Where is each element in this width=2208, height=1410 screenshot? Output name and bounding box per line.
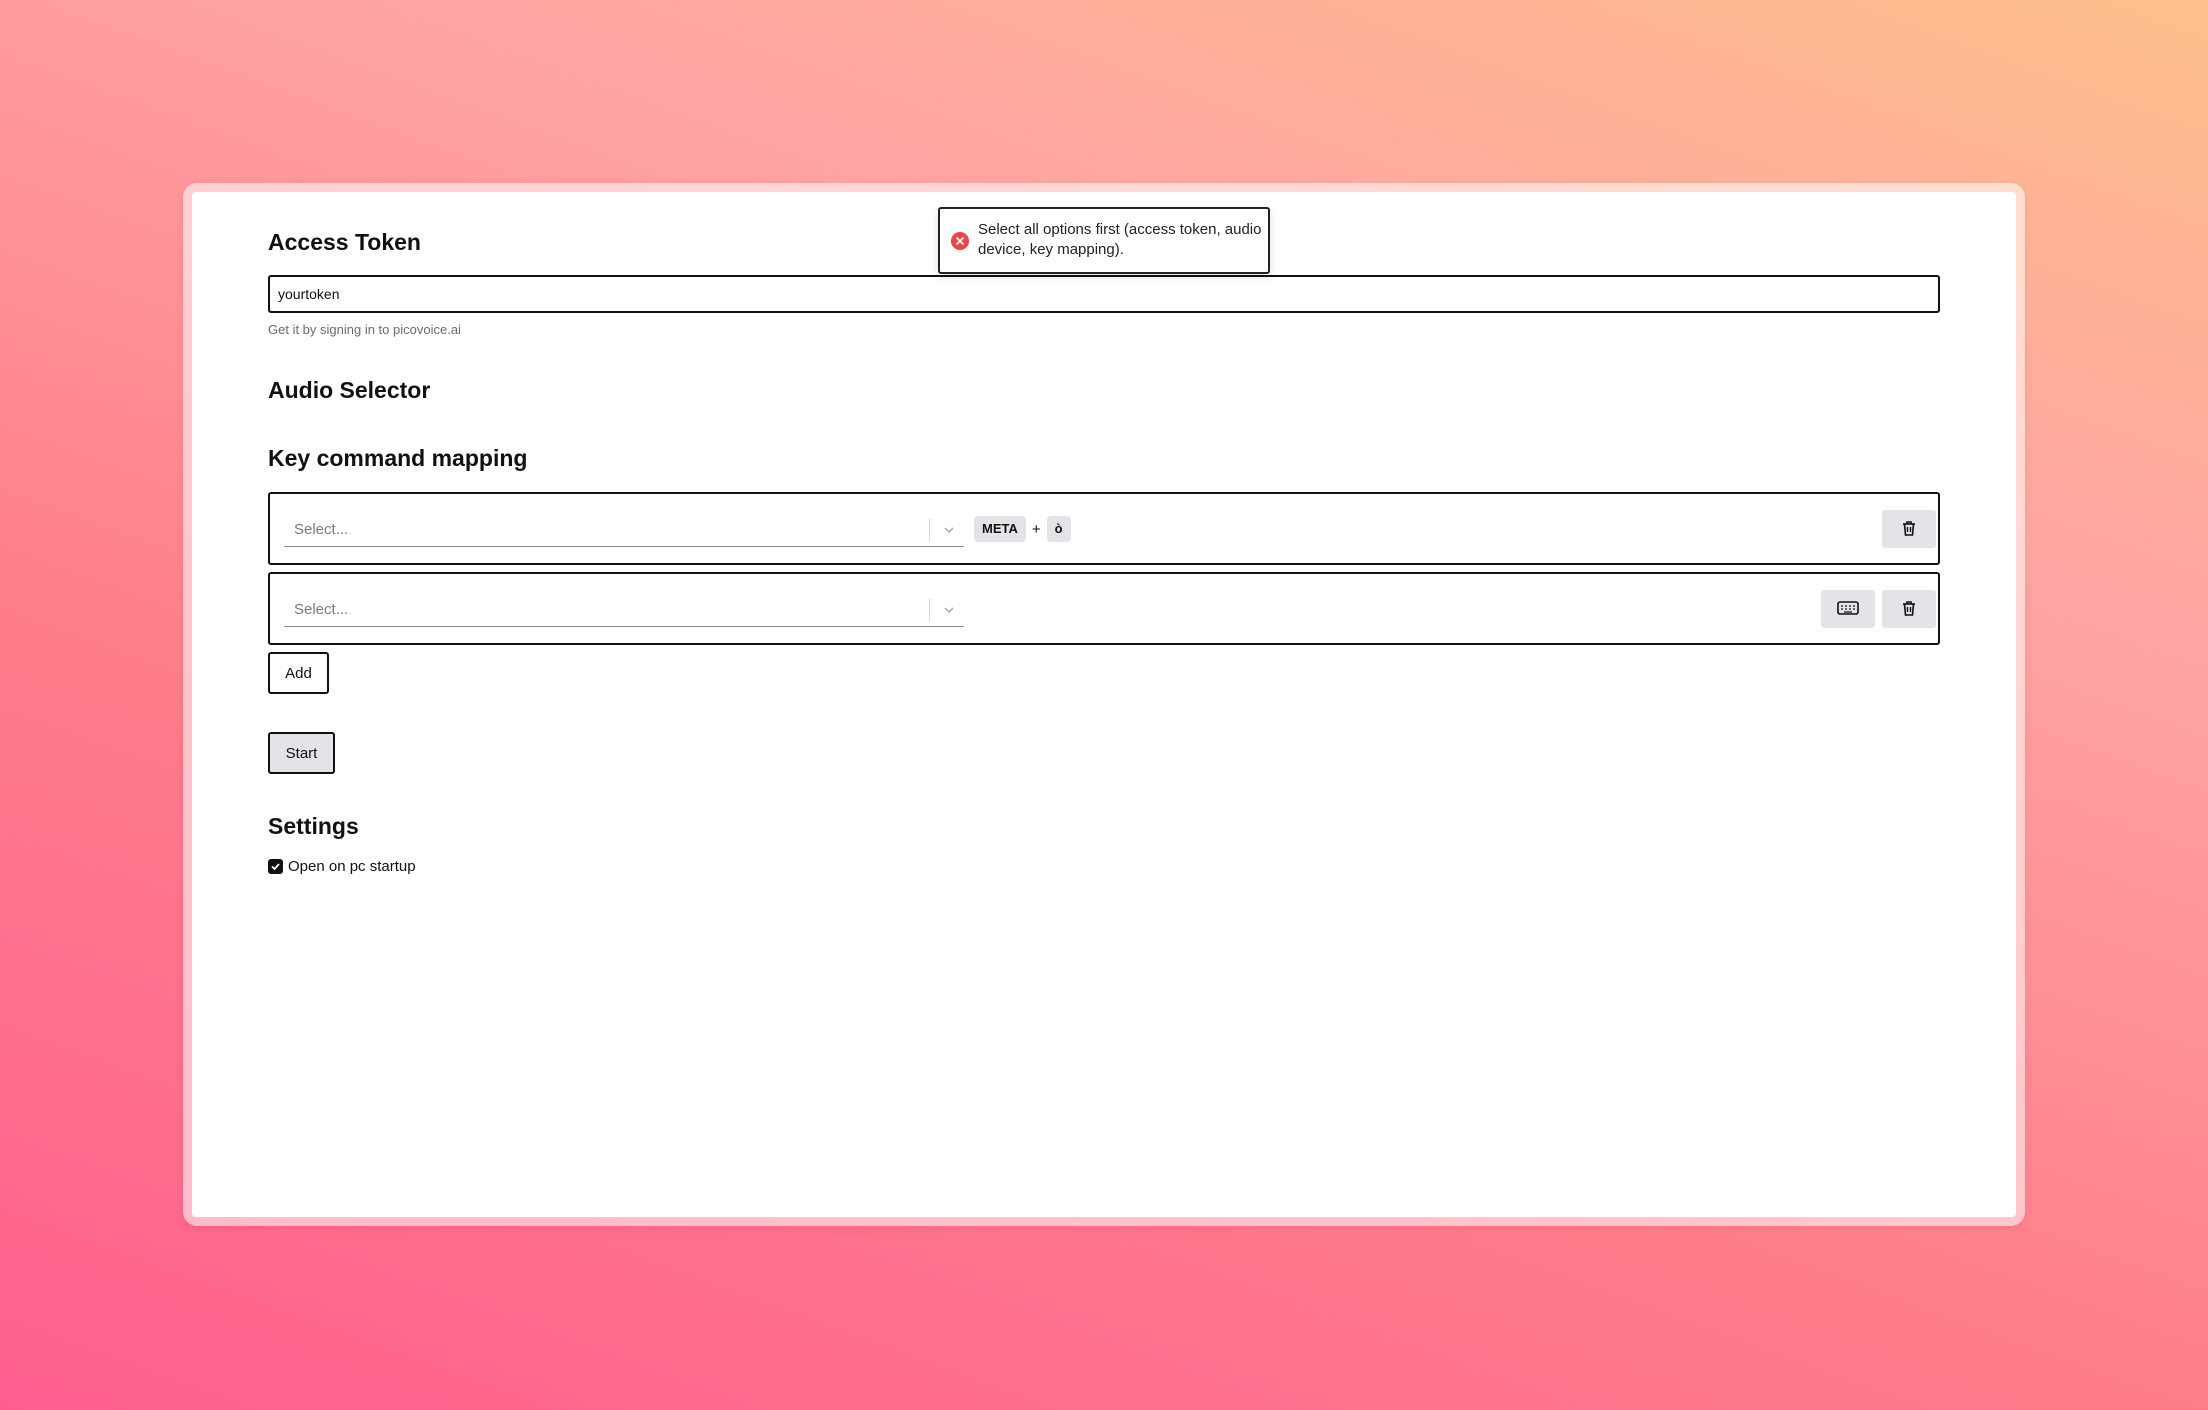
keyboard-icon — [1837, 600, 1859, 619]
error-toast-message: Select all options first (access token, … — [978, 221, 1262, 258]
key-mapping-row: Select... — [268, 572, 1940, 645]
command-select-placeholder: Select... — [294, 601, 349, 618]
key-mapping-row: Select... META + ò — [268, 492, 1940, 565]
add-mapping-button[interactable]: Add — [268, 652, 329, 694]
start-button[interactable]: Start — [268, 732, 335, 774]
access-token-input[interactable] — [268, 275, 1940, 313]
settings-heading: Settings — [268, 813, 359, 839]
app-window: Access Token Get it by signing in to pic… — [192, 192, 2016, 1217]
open-on-startup-setting[interactable]: Open on pc startup — [268, 858, 416, 875]
key-badge-meta: META — [974, 516, 1026, 542]
open-on-startup-checkbox[interactable] — [268, 859, 283, 874]
chevron-down-icon[interactable] — [940, 601, 958, 619]
delete-mapping-button[interactable] — [1882, 590, 1936, 628]
select-separator — [929, 599, 930, 621]
error-toast: Select all options first (access token, … — [938, 207, 1270, 274]
open-on-startup-label: Open on pc startup — [288, 858, 416, 875]
chevron-down-icon[interactable] — [940, 521, 958, 539]
key-mapping-heading: Key command mapping — [268, 445, 528, 471]
command-select[interactable]: Select... — [284, 513, 964, 547]
audio-selector-heading: Audio Selector — [268, 377, 431, 403]
key-combo: META + ò — [974, 516, 1071, 542]
select-separator — [929, 519, 930, 541]
trash-icon — [1900, 599, 1918, 620]
key-plus: + — [1031, 520, 1041, 538]
key-badge-o-grave: ò — [1046, 516, 1071, 542]
error-icon — [950, 231, 970, 251]
command-select[interactable]: Select... — [284, 593, 964, 627]
trash-icon — [1900, 519, 1918, 540]
record-keys-button[interactable] — [1821, 590, 1875, 628]
delete-mapping-button[interactable] — [1882, 510, 1936, 548]
access-token-heading: Access Token — [268, 229, 421, 255]
access-token-hint: Get it by signing in to picovoice.ai — [268, 322, 461, 337]
command-select-placeholder: Select... — [294, 521, 349, 538]
